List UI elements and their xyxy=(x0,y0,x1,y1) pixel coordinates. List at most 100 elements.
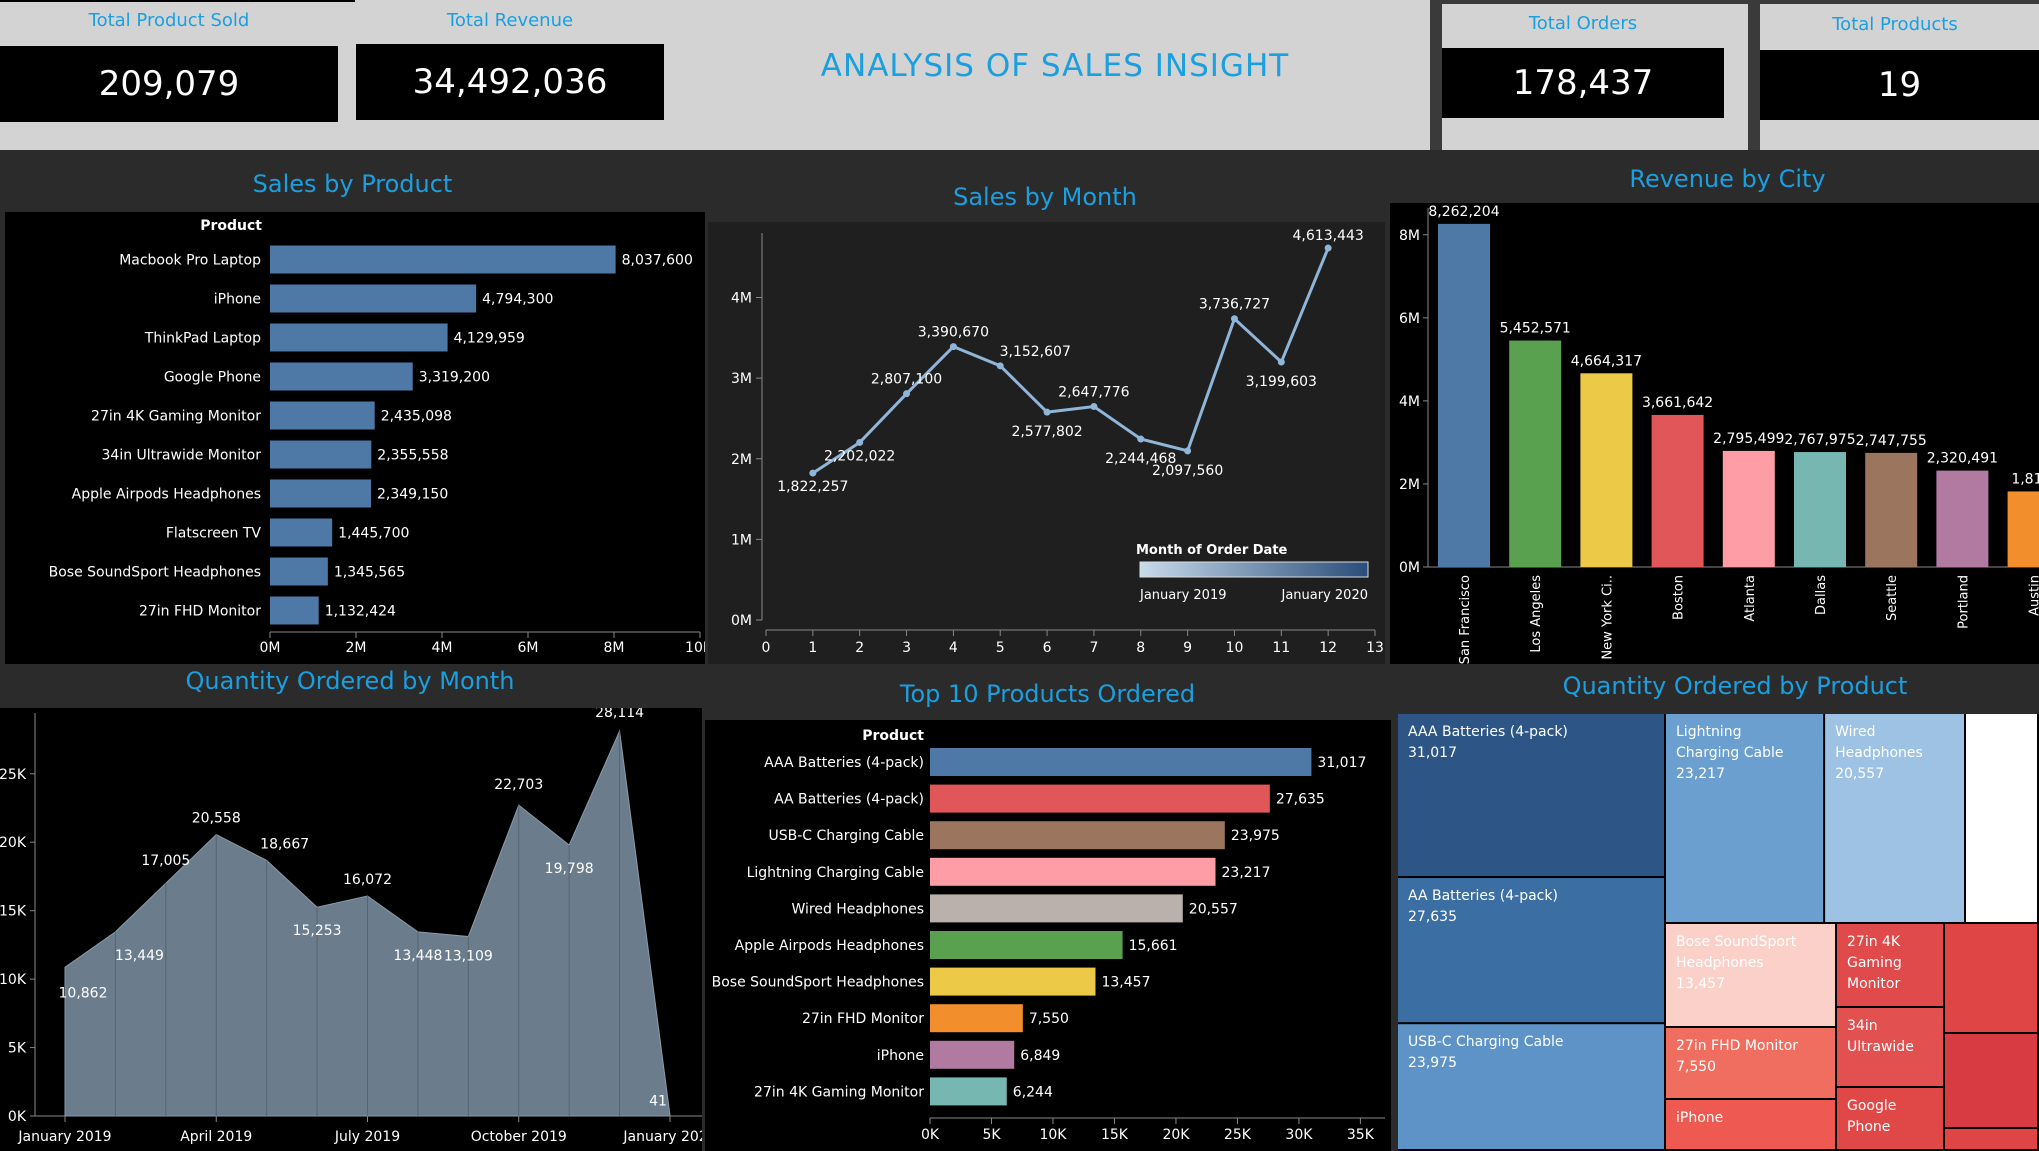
bar xyxy=(270,323,448,352)
category-label: USB-C Charging Cable xyxy=(769,828,924,844)
data-label: 27,635 xyxy=(1276,792,1325,808)
category-label: iPhone xyxy=(877,1048,924,1064)
category-label: Portland xyxy=(1956,575,1971,629)
kpi-value-total-product-sold: 209,079 xyxy=(0,46,338,122)
y-tick-label: 20K xyxy=(0,835,27,851)
sales-by-month-chart: 0M1M2M3M4M0 1 2 3 4 5 6 7 8 9 10 11 12 131,822,2572,2… xyxy=(708,222,1385,664)
x-tick-label: 10 xyxy=(1226,640,1244,656)
data-label: 15,253 xyxy=(293,923,342,939)
data-label: 2,097,560 xyxy=(1152,463,1223,479)
data-label: 2,355,558 xyxy=(377,448,448,464)
category-label: Lightning Charging Cable xyxy=(747,865,924,881)
category-label: Macbook Pro Laptop xyxy=(119,253,261,269)
x-tick-label: 11 xyxy=(1272,640,1290,656)
top10-products-chart: Product AAA Batteries (4-pack) 31,017 AA Ba… xyxy=(705,720,1391,1151)
data-label: 3,319,200 xyxy=(419,370,490,386)
header-top-line xyxy=(0,0,355,2)
y-tick-label: 0M xyxy=(731,613,752,629)
x-tick-label: 8M xyxy=(604,640,625,656)
treemap-cell xyxy=(1945,924,2037,1032)
category-header: Product xyxy=(862,728,924,744)
bar xyxy=(1509,340,1562,567)
category-label: 27in FHD Monitor xyxy=(802,1011,924,1027)
chart-title-quantity-by-month: Quantity Ordered by Month xyxy=(185,667,515,695)
data-label: 23,217 xyxy=(1222,865,1271,881)
category-label: ThinkPad Laptop xyxy=(144,331,261,347)
y-tick-label: 3M xyxy=(731,371,752,387)
x-tick-label: 5K xyxy=(982,1127,1001,1143)
revenue-by-city-chart: 0M 2M 4M 6M 8M 8,262,204 San Francisco 5,452,57… xyxy=(1390,203,2039,664)
treemap-cell-label: AAA Batteries (4-pack) xyxy=(1408,724,1568,740)
treemap-cell-value: 23,217 xyxy=(1676,766,1725,782)
treemap-cell xyxy=(1945,1129,2037,1149)
x-tick-label: 20K xyxy=(1162,1127,1190,1143)
treemap-cell xyxy=(1945,1034,2037,1127)
x-tick-label: 2M xyxy=(346,640,367,656)
treemap-cell-label: USB-C Charging Cable xyxy=(1408,1034,1563,1050)
legend-color-ramp xyxy=(1139,561,1369,578)
data-label: 22,703 xyxy=(494,777,543,793)
category-label: 27in 4K Gaming Monitor xyxy=(91,409,261,425)
category-label: 27in 4K Gaming Monitor xyxy=(754,1084,924,1100)
category-label: Google Phone xyxy=(164,370,261,386)
y-tick-label: 4M xyxy=(731,291,752,307)
category-label: Dallas xyxy=(1814,575,1829,615)
x-tick-label: 4M xyxy=(432,640,453,656)
data-point xyxy=(949,343,957,351)
x-tick-label: 9 xyxy=(1183,640,1192,656)
header-divider xyxy=(1430,0,1442,150)
data-point xyxy=(996,362,1004,370)
x-tick-label: 30K xyxy=(1285,1127,1313,1143)
data-label: 15,661 xyxy=(1129,938,1178,954)
category-label: Wired Headphones xyxy=(791,901,924,917)
x-tick-label: January 2020 xyxy=(622,1129,702,1145)
data-label: 1,345,565 xyxy=(334,565,405,581)
x-tick-label: July 2019 xyxy=(334,1129,400,1145)
data-label: 1,822,257 xyxy=(777,479,848,495)
bar xyxy=(930,857,1216,886)
x-tick-label: 6M xyxy=(518,640,539,656)
bar xyxy=(270,245,616,274)
data-label: 10,862 xyxy=(59,985,108,1001)
y-tick-label: 8M xyxy=(1399,228,1420,244)
data-point xyxy=(1277,358,1285,366)
kpi-value-total-revenue: 34,492,036 xyxy=(356,44,664,120)
data-label: 18,667 xyxy=(260,836,309,852)
category-label: Seattle xyxy=(1885,575,1900,621)
chart-title-revenue-by-city: Revenue by City xyxy=(1629,165,1826,193)
category-label: Apple Airpods Headphones xyxy=(72,487,261,503)
x-tick-label: 0 xyxy=(762,640,771,656)
y-tick-label: 1M xyxy=(731,532,752,548)
data-point xyxy=(856,438,864,446)
treemap-cell-value: 27,635 xyxy=(1408,909,1457,925)
bar xyxy=(1936,470,1989,567)
category-label: San Francisco xyxy=(1458,575,1473,664)
bar xyxy=(1651,414,1704,567)
data-label: 4,613,443 xyxy=(1293,228,1364,244)
data-label: 4,664,317 xyxy=(1571,353,1642,369)
y-tick-label: 6M xyxy=(1399,311,1420,327)
y-tick-label: 25K xyxy=(0,767,27,783)
data-label: 19,798 xyxy=(545,861,594,877)
x-tick-label: 0K xyxy=(921,1127,940,1143)
data-label: 2,349,150 xyxy=(377,487,448,503)
x-tick-label: 8 xyxy=(1136,640,1145,656)
data-point xyxy=(1324,244,1332,252)
bar xyxy=(930,967,1096,996)
category-label: Bose SoundSport Headphones xyxy=(712,975,924,991)
category-label: Apple Airpods Headphones xyxy=(735,938,924,954)
quantity-by-product-treemap: AAA Batteries (4-pack) 31,017 AA Batteries… xyxy=(1398,714,2039,1151)
bar xyxy=(930,784,1270,813)
treemap-cell-value: 23,975 xyxy=(1408,1055,1457,1071)
bar xyxy=(930,748,1312,776)
header-divider xyxy=(1442,0,1748,4)
data-label: 20,558 xyxy=(192,811,241,827)
x-tick-label: 35K xyxy=(1347,1127,1375,1143)
data-label: 1,819, xyxy=(2011,471,2039,487)
treemap-cell-value: 31,017 xyxy=(1408,745,1457,761)
category-header: Product xyxy=(200,218,262,234)
data-label: 1,445,700 xyxy=(338,526,409,542)
data-label: 2,795,499 xyxy=(1713,431,1784,447)
y-tick-label: 4M xyxy=(1399,394,1420,410)
data-label: 17,005 xyxy=(141,853,190,869)
